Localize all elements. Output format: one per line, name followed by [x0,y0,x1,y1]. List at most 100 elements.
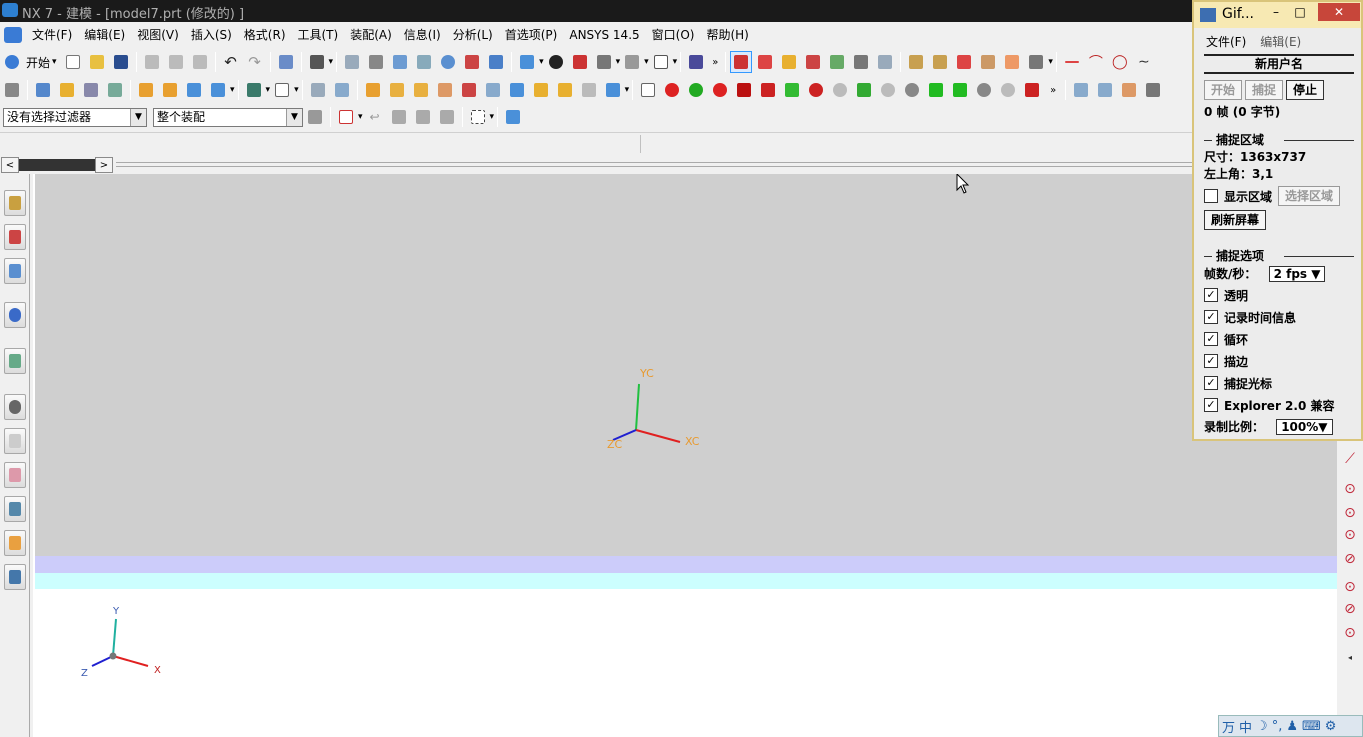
chevron-down-icon[interactable]: ▼ [286,108,302,126]
boss-icon[interactable] [458,79,480,101]
measure-length-icon[interactable] [953,51,975,73]
circle-icon[interactable]: ◯ [1109,51,1131,73]
system-scenes-tab-icon[interactable] [4,564,26,590]
start-dropdown-icon[interactable]: ▾ [52,57,57,67]
horizontal-scrollbar[interactable]: < > [0,156,1363,174]
fit-view-icon[interactable] [341,51,363,73]
block-icon[interactable] [183,79,205,101]
spline-icon[interactable]: ∼ [1133,51,1155,73]
offset-face-icon[interactable] [331,79,353,101]
record-time-checkbox[interactable]: ✓ 记录时间信息 [1204,309,1354,325]
revolve-icon[interactable] [386,79,408,101]
undo-icon[interactable]: ↶ [220,51,242,73]
background-color-icon[interactable] [650,51,672,73]
dropdown-icon[interactable]: ▾ [329,57,334,67]
green-shaft-2-icon[interactable] [949,79,971,101]
datum-csys-icon[interactable] [754,51,776,73]
snap-point-on-curve-icon[interactable]: ⊙ [1341,578,1359,596]
type-filter-select[interactable]: 没有选择过滤器 ▼ [3,107,147,127]
emboss-icon[interactable] [307,79,329,101]
assembly-navigator-tab-icon[interactable] [4,190,26,216]
show-area-checkbox[interactable]: 显示区域 [1204,188,1272,204]
scroll-thumb[interactable] [19,159,95,171]
settings-icon[interactable]: ⚙ [1325,719,1337,734]
page-icon[interactable] [271,79,293,101]
start-icon[interactable] [1,51,23,73]
sheet-icon[interactable] [637,79,659,101]
return-icon[interactable]: ↩ [364,106,386,128]
explorer-compat-checkbox[interactable]: ✓ Explorer 2.0 兼容 [1204,397,1354,413]
check-icon[interactable]: ✓ [1204,310,1218,324]
maximize-icon[interactable]: □ [1288,3,1312,21]
selection-scope-select[interactable]: 整个装配 ▼ [153,107,303,127]
constraint-navigator-tab-icon[interactable] [4,224,26,250]
surface-2-icon[interactable] [1094,79,1116,101]
menu-tools[interactable]: 工具(T) [292,26,345,43]
menu-insert[interactable]: 插入(S) [185,26,238,43]
show-area-box[interactable] [1204,189,1218,203]
hole-icon[interactable] [434,79,456,101]
ime-language[interactable]: 中 [1239,717,1252,736]
ime-logo-icon[interactable]: 万 [1222,717,1235,736]
dropdown-icon[interactable]: ▾ [294,85,299,95]
studio-icon[interactable] [621,51,643,73]
line-icon[interactable] [1061,51,1083,73]
visual-report-icon[interactable] [104,79,126,101]
gif-start-button[interactable]: 开始 [1204,80,1243,100]
start-button[interactable]: 开始 [26,54,50,71]
body-rule-icon[interactable] [436,106,458,128]
gif-menu-edit[interactable]: 编辑(E) [1260,33,1301,50]
capture-cursor-checkbox[interactable]: ✓ 捕捉光标 [1204,375,1354,391]
dropdown-icon[interactable]: ▾ [539,57,544,67]
transparent-checkbox[interactable]: ✓ 透明 [1204,287,1354,303]
select-area-button[interactable]: 选择区域 [1278,186,1341,206]
dropdown-icon[interactable]: ▾ [230,85,235,95]
process-studio-tab-icon[interactable] [4,462,26,488]
pipe-icon[interactable] [135,79,157,101]
menu-format[interactable]: 格式(R) [238,26,292,43]
green-spring-icon[interactable] [781,79,803,101]
geometry-analysis-icon[interactable] [1025,51,1047,73]
gif-stop-button[interactable]: 停止 [1286,80,1325,100]
sweep-icon[interactable] [410,79,432,101]
book-icon[interactable] [32,79,54,101]
scroll-right-icon[interactable]: > [95,157,113,173]
dropdown-icon[interactable]: ▾ [625,85,630,95]
red-cylinder-icon[interactable] [733,79,755,101]
rectangle-select-icon[interactable] [467,106,489,128]
part-family-icon[interactable] [56,79,78,101]
rib-icon[interactable] [578,79,600,101]
measure-distance-icon[interactable] [905,51,927,73]
nx-menu-icon[interactable] [4,26,22,43]
open-folder-icon[interactable] [86,51,108,73]
more-snap-icon[interactable]: ◂ [1341,648,1359,666]
check-icon[interactable]: ✓ [1204,354,1218,368]
groove-icon[interactable] [554,79,576,101]
manufacturing-wizard-tab-icon[interactable] [4,496,26,522]
orient-view-icon[interactable] [516,51,538,73]
menu-information[interactable]: 信息(I) [398,26,447,43]
cylinder-icon[interactable] [207,79,229,101]
scale-select[interactable]: 100%▼ [1276,419,1333,435]
system-materials-tab-icon[interactable] [4,428,26,454]
curve-rule-icon[interactable] [388,106,410,128]
gear-outline-3-icon[interactable] [997,79,1019,101]
reuse-library-icon[interactable] [80,79,102,101]
graphics-window[interactable]: YC XC ZC Y X Z [33,174,1337,737]
dropdown-icon[interactable]: ▾ [644,57,649,67]
part-navigator-tab-icon[interactable] [4,258,26,284]
dropdown-icon[interactable]: ▾ [1048,57,1053,67]
shaded-edges-icon[interactable] [593,51,615,73]
red-bolt-icon[interactable] [757,79,779,101]
check-icon[interactable]: ✓ [1204,398,1218,412]
redo-icon[interactable]: ↷ [244,51,266,73]
zoom-icon[interactable] [389,51,411,73]
instance-icon[interactable] [602,79,624,101]
select-icon[interactable] [850,51,872,73]
link-icon[interactable] [874,51,896,73]
new-file-icon[interactable] [62,51,84,73]
red-ring-icon[interactable] [805,79,827,101]
snap-point-icon[interactable] [335,106,357,128]
snap-center-icon[interactable]: ⊙ [1341,480,1359,498]
fps-select[interactable]: 2 fps ▼ [1268,266,1326,282]
